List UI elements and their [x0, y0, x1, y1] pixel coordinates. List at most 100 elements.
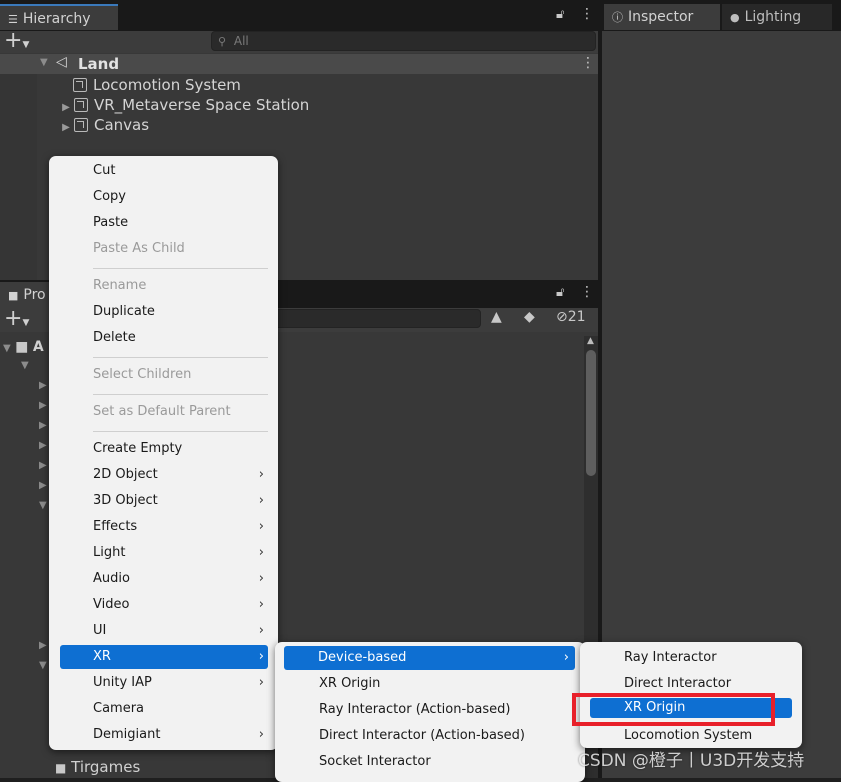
project-scrollbar-thumb[interactable] [586, 350, 596, 476]
menu-item-effects[interactable]: Effects › [49, 514, 278, 540]
menu-item-audio[interactable]: Audio › [49, 566, 278, 592]
menu-item-cut[interactable]: Cut [49, 158, 278, 184]
tab-inspector[interactable]: ⓘ Inspector [604, 4, 720, 30]
scene-more-icon[interactable]: ⋮ [581, 55, 595, 71]
menu-separator [93, 357, 268, 358]
menu-item-duplicate[interactable]: Duplicate [49, 299, 278, 325]
menu-item-ray-interactor-action[interactable]: Ray Interactor (Action-based) [275, 697, 585, 723]
submenu-arrow-icon: › [258, 519, 264, 534]
tree-triangle[interactable]: ▶ [39, 380, 47, 391]
menu-item-create-empty[interactable]: Create Empty [49, 436, 278, 462]
menu-item-label: 3D Object [93, 493, 158, 508]
menu-item-label: Socket Interactor [319, 754, 431, 769]
menu-item-camera[interactable]: Camera [49, 696, 278, 722]
menu-item-direct-interactor-action[interactable]: Direct Interactor (Action-based) [275, 723, 585, 749]
menu-item-xr-origin[interactable]: XR Origin [275, 671, 585, 697]
hierarchy-item-label: Canvas [94, 116, 150, 134]
tab-hierarchy[interactable]: ☰ Hierarchy [0, 4, 118, 30]
menu-item-paste-as-child: Paste As Child [49, 236, 278, 262]
menu-item-ui[interactable]: UI › [49, 618, 278, 644]
menu-item-device-based[interactable]: Device-based › [284, 646, 575, 670]
tab-lighting[interactable]: ● Lighting [722, 4, 832, 30]
menu-item-demigiant[interactable]: Demigiant › [49, 722, 278, 748]
menu-item-ray-interactor[interactable]: Ray Interactor [580, 645, 802, 671]
hierarchy-item[interactable]: Locomotion System [73, 75, 241, 95]
menu-item-light[interactable]: Light › [49, 540, 278, 566]
menu-item-xr[interactable]: XR › [60, 645, 268, 669]
filter-by-type-icon[interactable]: ▲ [491, 309, 502, 325]
project-root-label: A [32, 339, 44, 355]
menu-item-label: Light [93, 545, 126, 560]
menu-separator [93, 394, 268, 395]
menu-item-3d-object[interactable]: 3D Object › [49, 488, 278, 514]
menu-item-label: Copy [93, 189, 126, 204]
unity-scene-icon: ◁ [56, 54, 67, 70]
menu-item-label: Locomotion System [624, 728, 753, 743]
menu-item-2d-object[interactable]: 2D Object › [49, 462, 278, 488]
tab-lighting-label: Lighting [744, 9, 802, 25]
tree-triangle[interactable]: ▶ [39, 460, 47, 471]
tree-triangle[interactable]: ▼ [21, 360, 29, 371]
lock-icon[interactable]: 🔓︎ [556, 7, 564, 22]
menu-item-copy[interactable]: Copy [49, 184, 278, 210]
menu-item-label: XR [93, 649, 111, 664]
menu-item-delete[interactable]: Delete [49, 325, 278, 351]
menu-separator [93, 268, 268, 269]
hierarchy-item[interactable]: ▶ VR_Metaverse Space Station [58, 95, 309, 115]
tree-triangle[interactable]: ▶ [39, 640, 47, 651]
menu-item-label: Direct Interactor [624, 676, 732, 691]
menu-item-unity-iap[interactable]: Unity IAP › [49, 670, 278, 696]
expand-arrow-icon[interactable]: ▶ [58, 118, 74, 138]
menu-item-socket-interactor[interactable]: Socket Interactor [275, 749, 585, 775]
hidden-count: 21 [567, 309, 586, 325]
project-root-row[interactable]: ▼ ■ A [3, 337, 44, 357]
tree-triangle[interactable]: ▶ [39, 480, 47, 491]
hierarchy-search-input[interactable]: ⚲ All [211, 31, 596, 51]
submenu-arrow-icon: › [258, 727, 264, 742]
hierarchy-item[interactable]: ▶ Canvas [58, 115, 149, 135]
menu-item-label: Camera [93, 701, 145, 716]
tree-triangle[interactable]: ▶ [39, 420, 47, 431]
tree-triangle[interactable]: ▶ [39, 440, 47, 451]
create-dropdown-button[interactable]: +▼ [4, 30, 38, 53]
tab-hierarchy-label: Hierarchy [22, 11, 91, 27]
scroll-up-icon[interactable]: ▲ [587, 336, 594, 346]
project-folder-item[interactable]: ■ Tirgames [55, 757, 140, 777]
tree-triangle[interactable]: ▶ [39, 400, 47, 411]
menu-item-paste[interactable]: Paste [49, 210, 278, 236]
annotation-highlight-box [572, 693, 775, 726]
menu-item-video[interactable]: Video › [49, 592, 278, 618]
expand-triangle-icon[interactable]: ▼ [3, 343, 11, 354]
submenu-arrow-icon: › [258, 571, 264, 586]
submenu-arrow-icon: › [258, 545, 264, 560]
submenu-arrow-icon: › [258, 597, 264, 612]
menu-item-label: UI [93, 623, 107, 638]
project-lock-icon[interactable]: 🔓︎ [556, 285, 564, 300]
hierarchy-gutter [0, 73, 37, 280]
submenu-arrow-icon: › [258, 675, 264, 690]
project-create-button[interactable]: +▼ [4, 306, 38, 331]
lightbulb-icon: ● [730, 11, 740, 24]
tab-project-label: Pro [23, 287, 46, 303]
menu-item-label: Select Children [93, 367, 192, 382]
project-more-icon[interactable]: ⋮ [580, 284, 594, 300]
project-search-input[interactable] [270, 309, 481, 328]
submenu-arrow-icon: › [563, 650, 569, 665]
hidden-packages-toggle[interactable]: ⊘21 [556, 309, 586, 325]
more-options-icon[interactable]: ⋮ [580, 6, 594, 22]
menu-item-set-default-parent: Set as Default Parent [49, 399, 278, 425]
menu-item-label: Audio [93, 571, 130, 586]
plus-icon: + [4, 306, 23, 331]
xr-submenu: Device-based › XR Origin Ray Interactor (… [275, 642, 585, 782]
menu-item-label: Video [93, 597, 130, 612]
menu-item-label: Device-based [318, 650, 407, 665]
expand-triangle-icon[interactable]: ▼ [40, 57, 48, 68]
tree-triangle[interactable]: ▼ [39, 500, 47, 511]
search-placeholder: All [233, 34, 249, 48]
menu-item-label: Ray Interactor [624, 650, 717, 665]
scene-header-row[interactable]: ▼ ◁ Land ⋮ [0, 54, 598, 74]
filter-by-label-icon[interactable]: ◆ [524, 309, 535, 325]
menu-item-label: 2D Object [93, 467, 158, 482]
tree-triangle[interactable]: ▼ [39, 660, 47, 671]
eye-slash-icon: ⊘ [556, 309, 568, 325]
